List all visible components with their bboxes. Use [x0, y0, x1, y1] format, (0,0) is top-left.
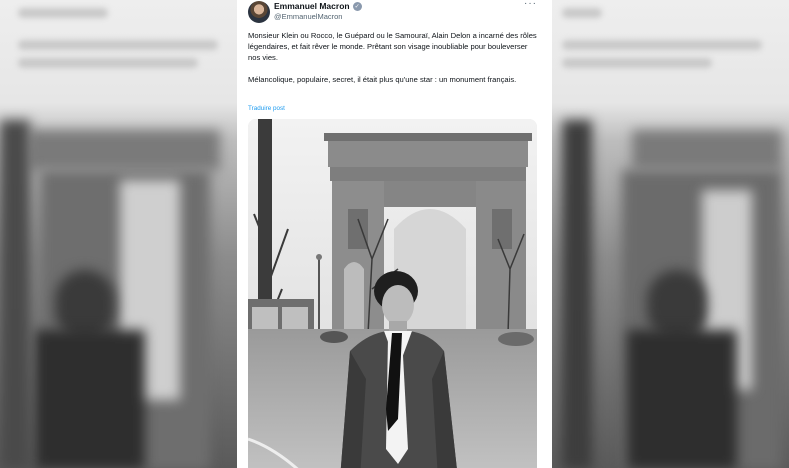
- arc-de-triomphe-photo: [248, 119, 537, 468]
- author-handle[interactable]: @EmmanuelMacron: [274, 12, 342, 21]
- author-name[interactable]: Emmanuel Macron: [274, 1, 350, 11]
- blurred-background-right: [552, 0, 789, 468]
- translate-post-link[interactable]: Traduire post: [248, 105, 285, 112]
- avatar[interactable]: [248, 1, 270, 23]
- tweet-paragraph: Mélancolique, populaire, secret, il étai…: [248, 75, 517, 84]
- tweet-header: Emmanuel Macron ✓ @EmmanuelMacron ···: [248, 0, 543, 26]
- tweet-photo[interactable]: [248, 119, 537, 468]
- more-options-icon[interactable]: ···: [524, 0, 537, 9]
- verified-badge-icon: ✓: [352, 1, 362, 11]
- tweet-text: Monsieur Klein ou Rocco, le Guépard ou l…: [248, 30, 540, 96]
- arch-shape: [324, 133, 532, 329]
- tweet-paragraph: Monsieur Klein ou Rocco, le Guépard ou l…: [248, 31, 537, 62]
- blurred-background-left: [0, 0, 237, 468]
- author-name-row: Emmanuel Macron ✓: [274, 1, 362, 11]
- tweet-card: Emmanuel Macron ✓ @EmmanuelMacron ··· Mo…: [237, 0, 552, 468]
